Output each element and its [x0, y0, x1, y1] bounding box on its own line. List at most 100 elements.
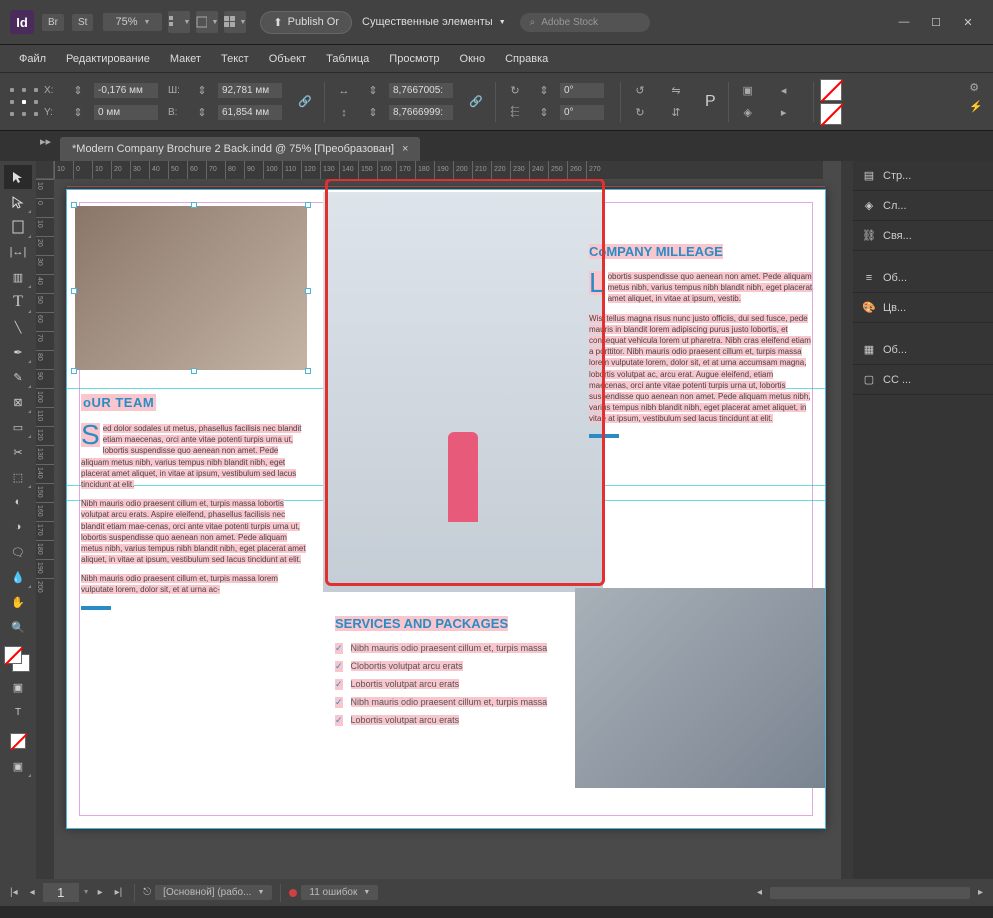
stepper-icon[interactable]: ⇕	[535, 104, 553, 122]
team-body-3[interactable]: Nibh mauris odio praesent cillum et, tur…	[81, 573, 306, 595]
zoom-tool[interactable]: 🔍	[4, 615, 32, 639]
scale-x-input[interactable]	[389, 83, 453, 98]
scissors-tool[interactable]: ✂	[4, 440, 32, 464]
stepper-icon[interactable]: ⇕	[69, 82, 87, 100]
minimize-button[interactable]: —	[889, 12, 919, 32]
page-spread[interactable]: oUR TEAM Sed dolor sodales ut metus, pha…	[66, 189, 826, 829]
services-title[interactable]: SERVICES AND PACKAGES	[335, 616, 560, 631]
gear-icon[interactable]: ⚙	[969, 81, 983, 94]
document-viewport[interactable]: 1001020304050607080901001101201301401501…	[36, 161, 841, 879]
last-page-button[interactable]: ▸|	[111, 885, 127, 900]
pencil-tool[interactable]: ✎	[4, 365, 32, 389]
open-icon[interactable]: ⎋	[143, 887, 151, 898]
stepper-icon[interactable]: ⇕	[193, 82, 211, 100]
apply-color-icon[interactable]	[4, 729, 32, 753]
scale-y-input[interactable]	[389, 105, 453, 120]
stepper-icon[interactable]: ⇕	[364, 82, 382, 100]
master-select[interactable]: [Основной] (рабо...▼	[155, 885, 272, 900]
w-input[interactable]	[218, 83, 282, 98]
direct-selection-tool[interactable]	[4, 190, 32, 214]
page-tool[interactable]	[4, 215, 32, 239]
first-page-button[interactable]: |◂	[6, 885, 22, 900]
bolt-icon[interactable]: ⚡	[969, 100, 983, 113]
team-body-2[interactable]: Nibh mauris odio praesent cillum et, tur…	[81, 498, 306, 565]
pen-tool[interactable]: ✒	[4, 340, 32, 364]
eyedropper-tool[interactable]: 💧	[4, 565, 32, 589]
canvas[interactable]: oUR TEAM Sed dolor sodales ut metus, pha…	[54, 179, 841, 879]
next-object-icon[interactable]: ▸	[775, 104, 793, 122]
fill-stroke-swap[interactable]	[4, 646, 32, 674]
line-tool[interactable]: ╲	[4, 315, 32, 339]
arrange-icon[interactable]: ▼	[224, 11, 246, 33]
shear-input[interactable]	[560, 105, 604, 120]
flip-v-icon[interactable]: ⇵	[667, 104, 685, 122]
list-item[interactable]: ✓Lobortis volutpat arcu erats	[335, 715, 560, 726]
team-body-1[interactable]: Sed dolor sodales ut metus, phasellus fa…	[81, 423, 306, 490]
mille-body-1[interactable]: Lobortis suspendisse quo aenean non amet…	[589, 271, 814, 305]
close-button[interactable]: ✕	[953, 12, 983, 32]
prev-object-icon[interactable]: ◂	[775, 82, 793, 100]
select-container-icon[interactable]: ▣	[739, 82, 757, 100]
flip-h-icon[interactable]: ⇋	[667, 82, 685, 100]
stock-button[interactable]: St	[72, 14, 93, 31]
workspace-select[interactable]: Существенные элементы▼	[362, 16, 506, 28]
rotate-input[interactable]	[560, 83, 604, 98]
pages-panel[interactable]: ▤Стр...	[853, 161, 993, 191]
expand-toolbox-icon[interactable]: ▸▸	[40, 135, 51, 148]
page-input[interactable]	[43, 883, 79, 902]
rotate-ccw-icon[interactable]: ↺	[631, 82, 649, 100]
note-tool[interactable]: 🗨	[4, 540, 32, 564]
menu-object[interactable]: Объект	[260, 50, 315, 68]
stepper-icon[interactable]: ⇕	[69, 104, 87, 122]
h-input[interactable]	[218, 105, 282, 120]
team-photo[interactable]	[75, 206, 307, 370]
y-input[interactable]	[94, 105, 158, 120]
document-tab[interactable]: *Modern Company Brochure 2 Back.indd @ 7…	[60, 137, 420, 161]
free-transform-tool[interactable]: ⬚	[4, 465, 32, 489]
menu-window[interactable]: Окно	[451, 50, 495, 68]
close-tab-icon[interactable]: ×	[402, 143, 408, 155]
stepper-icon[interactable]: ⇕	[364, 104, 382, 122]
select-content-icon[interactable]: ◈	[739, 104, 757, 122]
x-input[interactable]	[94, 83, 158, 98]
mille-body-2[interactable]: Wisi tellus magna risus nunc justo offic…	[589, 313, 814, 425]
content-collector-tool[interactable]: ▥	[4, 265, 32, 289]
lock-icon[interactable]: 🔗	[467, 93, 485, 111]
scroll-left-button[interactable]: ◂	[753, 885, 766, 900]
list-item[interactable]: ✓Clobortis volutpat arcu erats	[335, 661, 560, 672]
screen-mode-icon[interactable]: ▼	[196, 11, 218, 33]
swatches-panel[interactable]: ▦Об...	[853, 335, 993, 365]
next-page-button[interactable]: ▸	[94, 885, 107, 900]
formatting-text-icon[interactable]: T	[4, 700, 32, 724]
rotate-cw-icon[interactable]: ↻	[631, 104, 649, 122]
gradient-feather-tool[interactable]: ◑	[4, 515, 32, 539]
vertical-ruler[interactable]: 1001020304050607080901001101201301401501…	[36, 179, 54, 879]
type-tool[interactable]: T	[4, 290, 32, 314]
color-panel[interactable]: 🎨Цв...	[853, 293, 993, 323]
layers-panel[interactable]: ◈Сл...	[853, 191, 993, 221]
screen-mode-tool[interactable]: ▣	[4, 754, 32, 778]
bridge-button[interactable]: Br	[42, 14, 64, 31]
formatting-container-icon[interactable]: ▣	[4, 675, 32, 699]
menu-table[interactable]: Таблица	[317, 50, 378, 68]
list-item[interactable]: ✓Nibh mauris odio praesent cillum et, tu…	[335, 643, 560, 654]
horizontal-ruler[interactable]: 1001020304050607080901001101201301401501…	[54, 161, 823, 179]
list-item[interactable]: ✓Nibh mauris odio praesent cillum et, tu…	[335, 697, 560, 708]
list-item[interactable]: ✓Lobortis volutpat arcu erats	[335, 679, 560, 690]
our-team-title[interactable]: oUR TEAM	[81, 394, 156, 411]
rectangle-frame-tool[interactable]: ⊠	[4, 390, 32, 414]
maximize-button[interactable]: ☐	[921, 12, 951, 32]
menu-help[interactable]: Справка	[496, 50, 557, 68]
publish-button[interactable]: ⬆Publish Or	[260, 11, 352, 34]
links-panel[interactable]: ⛓Свя...	[853, 221, 993, 251]
gap-tool[interactable]: |↔|	[4, 240, 32, 264]
menu-type[interactable]: Текст	[212, 50, 258, 68]
center-photo[interactable]	[323, 192, 603, 592]
search-stock-input[interactable]: ⌕Adobe Stock	[520, 13, 650, 32]
building-photo[interactable]	[575, 588, 825, 788]
selection-tool[interactable]	[4, 165, 32, 189]
stroke-color[interactable]	[820, 103, 842, 125]
stepper-icon[interactable]: ⇕	[535, 82, 553, 100]
panel-expand-strip[interactable]	[841, 161, 853, 879]
stroke-panel[interactable]: ≡Об...	[853, 263, 993, 293]
